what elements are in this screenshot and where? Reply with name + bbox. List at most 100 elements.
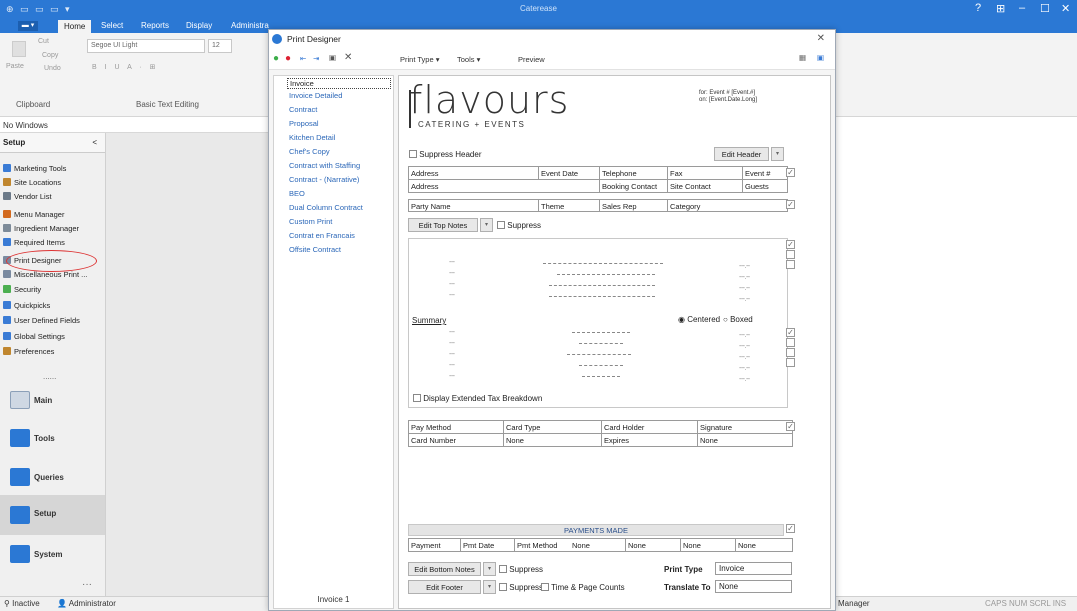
grid-cell[interactable]: Signature: [700, 423, 732, 432]
nav-item-marketing-tools[interactable]: Marketing Tools: [3, 164, 66, 176]
more-items[interactable]: ......: [43, 372, 56, 381]
cut-button[interactable]: Cut: [38, 38, 49, 45]
boxed-radio[interactable]: ○ Boxed: [723, 315, 753, 324]
grid-cell[interactable]: Card Number: [411, 436, 456, 445]
nav-item-menu-manager[interactable]: Menu Manager: [3, 210, 64, 222]
edit-footer-button[interactable]: Edit Footer: [408, 580, 481, 594]
edit-footer-dropdown[interactable]: ▾: [483, 580, 496, 594]
grid-cell[interactable]: Theme: [541, 202, 564, 211]
tab-display[interactable]: Display: [186, 21, 212, 30]
list-item[interactable]: BEO: [289, 189, 305, 200]
time-page-counts-checkbox[interactable]: Time & Page Counts: [541, 583, 625, 592]
grid-cell[interactable]: Site Contact: [670, 182, 711, 191]
maximize-button[interactable]: ☐: [1040, 2, 1050, 15]
tab-select[interactable]: Select: [101, 21, 123, 30]
items-option-checkbox[interactable]: [786, 250, 795, 259]
grid-cell[interactable]: None: [628, 541, 646, 550]
layout-icon[interactable]: ▦: [799, 53, 806, 62]
grid-cell[interactable]: Booking Contact: [602, 182, 657, 191]
grid-cell[interactable]: Telephone: [602, 169, 637, 178]
grid-cell[interactable]: Fax: [670, 169, 683, 178]
move-left-icon[interactable]: ⇤: [300, 54, 306, 63]
grid-cell[interactable]: None: [738, 541, 756, 550]
edit-bottom-notes-button[interactable]: Edit Bottom Notes: [408, 562, 481, 576]
nav-item-ingredient-manager[interactable]: Ingredient Manager: [3, 224, 79, 236]
summary-option-checkbox[interactable]: [786, 338, 795, 347]
close-button[interactable]: ✕: [1061, 2, 1070, 15]
list-item[interactable]: Contract - (Narrative): [289, 175, 359, 186]
list-item[interactable]: Custom Print: [289, 217, 332, 228]
list-item[interactable]: Invoice Detailed: [289, 91, 342, 102]
grid-cell[interactable]: None: [700, 436, 718, 445]
grid-cell[interactable]: Guests: [745, 182, 769, 191]
collapse-icon[interactable]: <: [92, 138, 97, 147]
file-menu-button[interactable]: ▬ ▾: [18, 21, 38, 31]
nav-main[interactable]: Main: [0, 382, 105, 418]
grid-cell[interactable]: None: [572, 541, 590, 550]
nav-item-quickpicks[interactable]: Quickpicks: [3, 301, 50, 313]
copy-button[interactable]: Copy: [42, 52, 58, 59]
grid-cell[interactable]: Pay Method: [411, 423, 451, 432]
tab-administration[interactable]: Administra: [231, 21, 269, 30]
tab-home[interactable]: Home: [58, 20, 92, 33]
grid-cell[interactable]: Event #: [745, 169, 770, 178]
nav-item-global-settings[interactable]: Global Settings: [3, 332, 65, 344]
suppress-footer-checkbox[interactable]: Suppress: [499, 583, 543, 592]
grid-cell[interactable]: Pmt Method: [517, 541, 557, 550]
format-buttons[interactable]: B I U A · ⊞: [92, 63, 159, 71]
help-icon[interactable]: ?: [975, 2, 981, 14]
grid-cell[interactable]: Address: [411, 169, 439, 178]
nav-setup[interactable]: Setup: [0, 495, 105, 535]
font-name-combo[interactable]: Segoe UI Light: [87, 39, 205, 53]
grid-cell[interactable]: Pmt Date: [463, 541, 494, 550]
print-type-menu[interactable]: Print Type ▾: [400, 55, 439, 64]
list-item[interactable]: Contract: [289, 105, 317, 116]
grid-cell[interactable]: Card Holder: [604, 423, 644, 432]
translate-to-field[interactable]: None: [715, 580, 792, 593]
tab-reports[interactable]: Reports: [141, 21, 169, 30]
nav-item-site-locations[interactable]: Site Locations: [3, 178, 61, 190]
grid-cell[interactable]: Sales Rep: [602, 202, 637, 211]
items-option-checkbox[interactable]: [786, 260, 795, 269]
preview-button[interactable]: Preview: [518, 55, 545, 64]
items-visible-checkbox[interactable]: ✓: [786, 240, 795, 249]
list-item[interactable]: Kitchen Detail: [289, 133, 335, 144]
paste-icon[interactable]: [12, 41, 26, 57]
centered-radio[interactable]: ◉ Centered: [678, 315, 720, 324]
ribbon-display-icon[interactable]: ⊞: [996, 2, 1005, 15]
list-item[interactable]: Contrat en Francais: [289, 231, 355, 242]
move-right-icon[interactable]: ⇥: [313, 54, 319, 63]
nav-item-user-defined-fields[interactable]: User Defined Fields: [3, 316, 80, 328]
nav-queries[interactable]: Queries: [0, 459, 105, 495]
add-icon[interactable]: ●: [273, 53, 279, 64]
grid2-visible-checkbox[interactable]: ✓: [786, 200, 795, 209]
grid-cell[interactable]: Payment: [411, 541, 441, 550]
payment-visible-checkbox[interactable]: ✓: [786, 422, 795, 431]
grid-cell[interactable]: Address: [411, 182, 439, 191]
grid-cell[interactable]: Card Type: [506, 423, 540, 432]
list-item[interactable]: Invoice: [287, 78, 391, 89]
minimize-button[interactable]: –: [1019, 2, 1025, 14]
grid-cell[interactable]: Event Date: [541, 169, 578, 178]
nav-item-required-items[interactable]: Required Items: [3, 238, 65, 250]
tools-menu[interactable]: Tools ▾: [457, 55, 480, 64]
summary-visible-checkbox[interactable]: ✓: [786, 328, 795, 337]
remove-icon[interactable]: ●: [285, 53, 291, 64]
nav-item-vendor-list[interactable]: Vendor List: [3, 192, 52, 204]
nav-system[interactable]: System: [0, 536, 105, 572]
list-item[interactable]: Contract with Staffing: [289, 161, 360, 172]
font-size-combo[interactable]: 12: [208, 39, 232, 53]
suppress-header-checkbox[interactable]: Suppress Header: [409, 150, 482, 159]
edit-header-button[interactable]: Edit Header: [714, 147, 769, 161]
suppress-top-notes-checkbox[interactable]: Suppress: [497, 221, 541, 230]
list-item[interactable]: Chef's Copy: [289, 147, 330, 158]
edit-bottom-notes-dropdown[interactable]: ▾: [483, 562, 496, 576]
line-items-area[interactable]: --- --- --- --- ---.-- ---.-- ---.-- ---…: [408, 238, 788, 408]
summary-option-checkbox[interactable]: [786, 348, 795, 357]
grid1-visible-checkbox[interactable]: ✓: [786, 168, 795, 177]
suppress-bottom-notes-checkbox[interactable]: Suppress: [499, 565, 543, 574]
delete-icon[interactable]: ✕: [344, 52, 352, 63]
edit-top-notes-dropdown[interactable]: ▾: [480, 218, 493, 232]
dialog-close-icon[interactable]: ✕: [817, 33, 825, 44]
edit-top-notes-button[interactable]: Edit Top Notes: [408, 218, 478, 232]
